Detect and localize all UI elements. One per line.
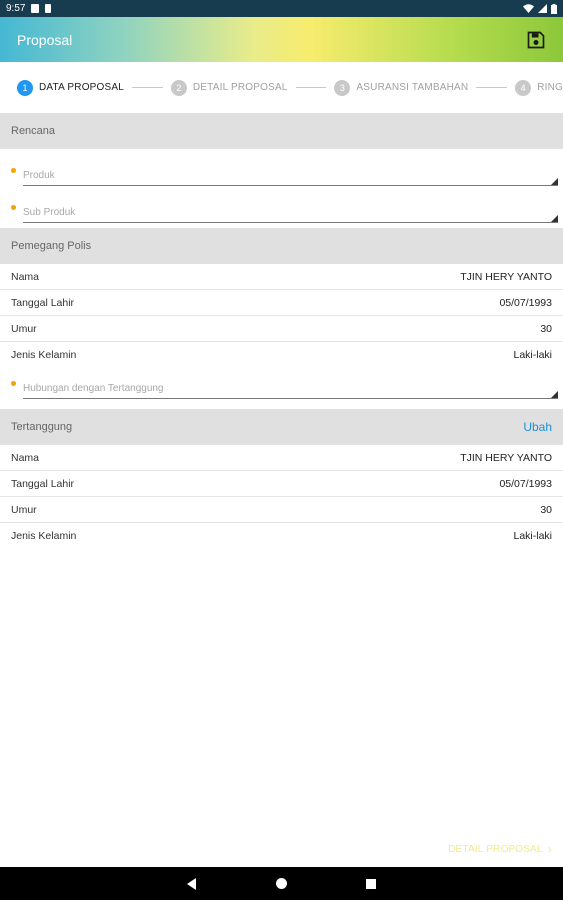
row-value: 05/07/1993 — [499, 296, 552, 309]
row-label: Jenis Kelamin — [11, 530, 77, 542]
step-label: DETAIL PROPOSAL — [192, 82, 288, 93]
wifi-icon — [523, 4, 534, 13]
required-indicator — [11, 205, 16, 210]
pemegang-jenis-kelamin-row: Jenis Kelamin Laki-laki — [0, 342, 563, 368]
save-icon[interactable] — [526, 30, 546, 50]
tertanggung-tanggal-lahir-row: Tanggal Lahir 05/07/1993 — [0, 471, 563, 497]
section-header-tertanggung: Tertanggung Ubah — [0, 409, 563, 445]
step-connector — [132, 87, 163, 88]
row-label: Tanggal Lahir — [11, 477, 75, 490]
step-data-proposal[interactable]: 1 DATA PROPOSAL — [17, 79, 125, 96]
notification-icon — [31, 4, 40, 13]
produk-select[interactable]: Produk — [11, 162, 558, 190]
proposal-stepper: 1 DATA PROPOSAL 2 DETAIL PROPOSAL 3 ASUR… — [0, 62, 563, 113]
required-indicator — [11, 168, 16, 173]
step-number: 1 — [17, 79, 33, 96]
step-number: 3 — [334, 79, 351, 96]
row-label: Nama — [11, 451, 40, 464]
app-title: Proposal — [17, 31, 73, 48]
section-title: Tertanggung — [11, 421, 73, 433]
row-label: Tanggal Lahir — [11, 296, 75, 309]
home-button[interactable] — [266, 867, 296, 900]
step-asuransi-tambahan[interactable]: 3 ASURANSI TAMBAHAN — [334, 79, 469, 96]
pemegang-umur-row: Umur 30 — [0, 316, 563, 342]
step-ringkasan[interactable]: 4 RING — [515, 79, 563, 96]
produk-placeholder: Produk — [23, 170, 55, 181]
step-label: RING — [537, 82, 563, 93]
sub-produk-placeholder: Sub Produk — [23, 207, 76, 218]
recents-button[interactable] — [356, 867, 386, 900]
sub-produk-select[interactable]: Sub Produk — [11, 199, 558, 227]
battery-icon — [551, 3, 557, 14]
row-label: Nama — [11, 270, 40, 283]
required-indicator — [11, 381, 16, 386]
signal-icon — [538, 4, 547, 13]
status-time: 9:57 — [6, 3, 26, 14]
step-label: ASURANSI TAMBAHAN — [356, 82, 469, 93]
section-header-pemegang-polis: Pemegang Polis — [0, 228, 563, 264]
step-number: 4 — [515, 79, 532, 96]
next-button-label: DETAIL PROPOSAL — [448, 843, 543, 855]
section-header-rencana: Rencana — [0, 113, 563, 149]
row-label: Umur — [11, 322, 37, 335]
field-underline — [23, 222, 558, 223]
section-title: Rencana — [11, 125, 56, 137]
step-connector — [295, 87, 327, 88]
dropdown-arrow-icon — [551, 215, 558, 222]
row-value: 30 — [540, 322, 552, 335]
chevron-right-icon: › — [547, 842, 552, 856]
pemegang-nama-row: Nama TJIN HERY YANTO — [0, 264, 563, 290]
tertanggung-nama-row: Nama TJIN HERY YANTO — [0, 445, 563, 471]
hubungan-select[interactable]: Hubungan dengan Tertanggung — [11, 375, 558, 403]
sim-icon — [45, 4, 52, 13]
row-value: TJIN HERY YANTO — [460, 270, 552, 283]
row-label: Jenis Kelamin — [11, 349, 77, 361]
status-bar: 9:57 — [0, 0, 563, 17]
navigation-bar — [0, 867, 563, 900]
section-title: Pemegang Polis — [11, 240, 92, 252]
step-label: DATA PROPOSAL — [39, 82, 125, 93]
recents-icon — [366, 878, 376, 889]
row-value: Laki-laki — [513, 530, 552, 542]
step-detail-proposal[interactable]: 2 DETAIL PROPOSAL — [170, 79, 288, 96]
pemegang-tanggal-lahir-row: Tanggal Lahir 05/07/1993 — [0, 290, 563, 316]
step-number: 2 — [170, 79, 187, 96]
dropdown-arrow-icon — [551, 178, 558, 185]
row-value: TJIN HERY YANTO — [460, 451, 552, 464]
dropdown-arrow-icon — [551, 391, 558, 398]
app-bar: Proposal — [0, 17, 563, 62]
row-label: Umur — [11, 503, 37, 516]
back-button[interactable] — [176, 867, 206, 900]
ubah-link[interactable]: Ubah — [523, 420, 552, 434]
next-detail-proposal-button[interactable]: DETAIL PROPOSAL › — [448, 842, 552, 856]
hubungan-placeholder: Hubungan dengan Tertanggung — [23, 383, 164, 394]
field-underline — [23, 185, 558, 186]
tertanggung-jenis-kelamin-row: Jenis Kelamin Laki-laki — [0, 523, 563, 549]
tertanggung-umur-row: Umur 30 — [0, 497, 563, 523]
back-icon — [186, 877, 196, 890]
row-value: 30 — [540, 503, 552, 516]
home-icon — [275, 878, 287, 889]
row-value: 05/07/1993 — [499, 477, 552, 490]
row-value: Laki-laki — [513, 349, 552, 361]
step-connector — [476, 87, 508, 88]
field-underline — [23, 398, 558, 399]
